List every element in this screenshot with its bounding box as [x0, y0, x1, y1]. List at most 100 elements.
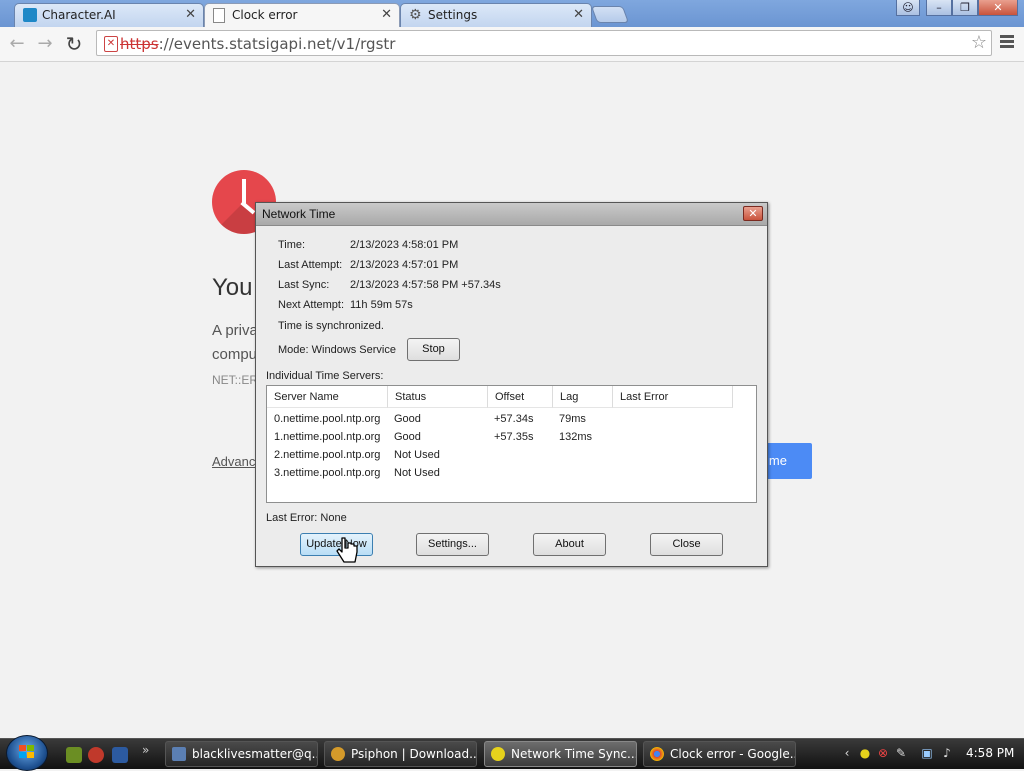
show-desktop-icon[interactable] [112, 747, 128, 763]
address-bar[interactable]: ✕ https://events.statsigapi.net/v1/rgstr… [96, 30, 992, 56]
error-code: NET::ER [212, 373, 259, 387]
server-lag: 132ms [559, 431, 593, 443]
quick-launch-app-icon[interactable] [66, 747, 82, 763]
forward-arrow-icon[interactable]: → [34, 33, 56, 55]
tray-expand-icon[interactable]: ‹ [840, 746, 854, 760]
quick-launch-shield-icon[interactable] [88, 747, 104, 763]
tab-settings[interactable]: ⚙ Settings ✕ [400, 3, 592, 27]
last-error-text: Last Error: None [266, 512, 347, 524]
dialog-titlebar[interactable]: Network Time ✕ [256, 203, 767, 226]
windows-logo-icon [19, 745, 34, 758]
error-description-2: compu [212, 346, 258, 363]
browser-toolbar: ← → ↻ ✕ https://events.statsigapi.net/v1… [0, 27, 1024, 62]
network-time-dialog: Network Time ✕ Time: 2/13/2023 4:58:01 P… [255, 202, 768, 567]
field-value: 11h 59m 57s [350, 299, 413, 311]
column-header-lag[interactable]: Lag [553, 386, 613, 408]
user-profile-icon[interactable]: ☺ [896, 0, 920, 16]
character-ai-favicon-icon [23, 8, 37, 22]
column-header-offset[interactable]: Offset [488, 386, 553, 408]
tab-label: Settings [428, 8, 478, 22]
server-status: Not Used [394, 467, 440, 479]
server-name: 1.nettime.pool.ntp.org [274, 431, 381, 443]
app-icon [172, 747, 186, 761]
table-row[interactable]: 1.nettime.pool.ntp.org Good +57.35s 132m… [267, 429, 756, 447]
column-header-last-error[interactable]: Last Error [613, 386, 733, 408]
reload-icon[interactable]: ↻ [63, 33, 85, 55]
tray-network-time-icon[interactable]: ● [858, 746, 872, 760]
bookmark-star-icon[interactable]: ☆ [971, 32, 987, 53]
column-header-server-name[interactable]: Server Name [267, 386, 388, 408]
dialog-title: Network Time [262, 207, 336, 221]
field-value: 2/13/2023 4:58:01 PM [350, 239, 459, 251]
advanced-link[interactable]: Advanc [212, 454, 255, 469]
server-offset: +57.35s [494, 431, 534, 443]
field-value: 2/13/2023 4:57:58 PM +57.34s [350, 279, 501, 291]
tray-network-icon[interactable]: ▣ [920, 746, 934, 760]
tab-strip: Character.AI ✕ Clock error ✕ ⚙ Settings … [0, 0, 1024, 27]
overflow-chevron-icon[interactable]: » [142, 743, 158, 759]
app-icon [331, 747, 345, 761]
taskbar-item-email[interactable]: blacklivesmatter@q... [165, 741, 318, 767]
server-status: Good [394, 431, 421, 443]
app-icon [491, 747, 505, 761]
taskbar-item-label: blacklivesmatter@q... [192, 747, 318, 761]
taskbar-item-label: Clock error - Google... [670, 747, 796, 761]
field-label: Last Attempt: [278, 259, 343, 271]
gear-icon: ⚙ [409, 7, 422, 23]
dialog-close-icon[interactable]: ✕ [743, 206, 763, 221]
field-label: Next Attempt: [278, 299, 345, 311]
server-offset: +57.34s [494, 413, 534, 425]
field-label: Last Sync: [278, 279, 330, 291]
close-tab-icon[interactable]: ✕ [573, 7, 584, 22]
time-servers-list[interactable]: Server Name Status Offset Lag Last Error… [266, 385, 757, 503]
table-row[interactable]: 3.nettime.pool.ntp.org Not Used [267, 465, 756, 483]
server-status: Good [394, 413, 421, 425]
hand-cursor-icon [336, 537, 358, 563]
error-heading: You [212, 274, 253, 301]
taskbar-item-network-time[interactable]: Network Time Sync... [484, 741, 637, 767]
error-description: A priva [212, 322, 258, 339]
taskbar-item-chrome[interactable]: Clock error - Google... [643, 741, 796, 767]
server-lag: 79ms [559, 413, 586, 425]
about-button[interactable]: About [533, 533, 606, 556]
table-row[interactable]: 0.nettime.pool.ntp.org Good +57.34s 79ms [267, 411, 756, 429]
start-button[interactable] [6, 735, 48, 771]
tray-volume-icon[interactable]: ♪ [940, 746, 954, 760]
server-name: 0.nettime.pool.ntp.org [274, 413, 381, 425]
restore-button[interactable]: ❐ [952, 0, 978, 16]
stop-button[interactable]: Stop [407, 338, 460, 361]
taskbar-item-label: Network Time Sync... [511, 747, 637, 761]
insecure-page-icon: ✕ [104, 36, 118, 52]
tray-tool-icon[interactable]: ✎ [894, 746, 908, 760]
table-row[interactable]: 2.nettime.pool.ntp.org Not Used [267, 447, 756, 465]
server-name: 2.nettime.pool.ntp.org [274, 449, 381, 461]
column-header-status[interactable]: Status [388, 386, 488, 408]
close-tab-icon[interactable]: ✕ [381, 7, 392, 22]
tab-character-ai[interactable]: Character.AI ✕ [14, 3, 204, 27]
windows-taskbar: » blacklivesmatter@q... Psiphon | Downlo… [0, 735, 1024, 771]
server-status: Not Used [394, 449, 440, 461]
mode-label: Mode: Windows Service [278, 344, 396, 356]
sync-status: Time is synchronized. [278, 320, 384, 332]
back-arrow-icon[interactable]: ← [6, 33, 28, 55]
tray-security-icon[interactable]: ⊗ [876, 746, 890, 760]
taskbar-item-psiphon[interactable]: Psiphon | Download... [324, 741, 477, 767]
close-tab-icon[interactable]: ✕ [185, 7, 196, 22]
window-close-button[interactable]: ✕ [978, 0, 1018, 16]
close-button[interactable]: Close [650, 533, 723, 556]
tab-clock-error[interactable]: Clock error ✕ [204, 3, 400, 27]
tab-label: Character.AI [42, 8, 116, 22]
server-name: 3.nettime.pool.ntp.org [274, 467, 381, 479]
taskbar-item-label: Psiphon | Download... [351, 747, 477, 761]
new-tab-button[interactable] [590, 6, 630, 23]
chrome-icon [650, 747, 664, 761]
minimize-button[interactable]: – [926, 0, 952, 16]
field-value: 2/13/2023 4:57:01 PM [350, 259, 459, 271]
page-icon [213, 8, 225, 23]
settings-button[interactable]: Settings... [416, 533, 489, 556]
tab-label: Clock error [232, 8, 298, 22]
servers-label: Individual Time Servers: [266, 370, 384, 382]
taskbar-clock[interactable]: 4:58 PM [966, 746, 1014, 760]
url-text: https://events.statsigapi.net/v1/rgstr [120, 35, 396, 53]
chrome-menu-icon[interactable] [1000, 35, 1014, 50]
